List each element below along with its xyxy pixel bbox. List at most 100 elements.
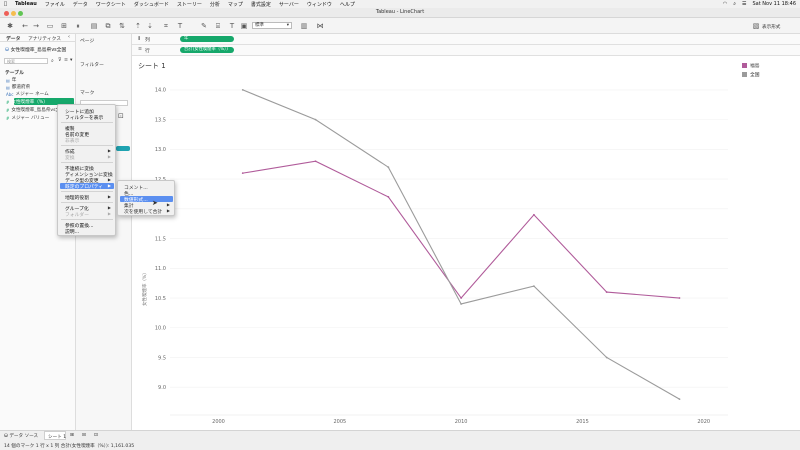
tab-data[interactable]: データ [6, 35, 20, 42]
new-datasource-icon[interactable]: ⊞ [60, 22, 68, 30]
field-smoking-rate[interactable]: # 女性喫煙率（%） [6, 99, 48, 106]
app-menu[interactable]: Tableau [15, 1, 37, 7]
data-point[interactable] [678, 398, 681, 401]
fit-icon[interactable]: ▣ [240, 22, 248, 30]
menu-story[interactable]: ストーリー [177, 1, 202, 8]
tab-analytics[interactable]: アナリティクス [28, 35, 61, 42]
data-point[interactable] [387, 196, 390, 198]
menu-show-filter[interactable]: フィルターを表示 [65, 114, 103, 121]
series-line-fukushima[interactable] [242, 160, 680, 299]
menu-describe[interactable]: 説明... [65, 228, 79, 235]
swap-icon[interactable]: ⇅ [118, 22, 126, 30]
share-icon[interactable]: ⋈ [316, 22, 324, 30]
new-story-icon[interactable]: ⊡ [94, 433, 98, 438]
field-measure-names[interactable]: Abc メジャー ネーム [6, 91, 49, 98]
data-point[interactable] [605, 291, 608, 293]
menu-geographic-role[interactable]: 地理的役割 [65, 194, 89, 201]
legend-item-national[interactable]: 全国 [742, 71, 800, 78]
field-smoking-rate-vs[interactable]: # 女性喫煙率_島島県vs全国 [6, 107, 65, 114]
data-point[interactable] [314, 118, 317, 121]
search-input[interactable]: 検索 [4, 58, 48, 64]
y-tick-label: 11.0 [155, 266, 166, 272]
data-point[interactable] [460, 303, 463, 305]
menu-worksheet[interactable]: ワークシート [96, 1, 126, 8]
data-point[interactable] [241, 88, 244, 91]
presentation-icon[interactable]: T [228, 22, 236, 30]
list-view-icon[interactable]: ≡ [64, 58, 68, 63]
menu-map[interactable]: マップ [228, 1, 243, 8]
fit-select[interactable]: 標準 ▾ [252, 22, 292, 29]
submenu-arrow-icon: ▶ [166, 202, 170, 207]
field-measure-values[interactable]: # メジャー バリュー [6, 115, 49, 122]
submenu-arrow-icon: ▶ [107, 148, 111, 153]
search-icon[interactable]: ⌕ [51, 58, 54, 64]
new-dashboard-icon[interactable]: ⊟ [82, 433, 86, 438]
menu-dashboard[interactable]: ダッシュボード [134, 1, 169, 8]
label-mark-icon[interactable]: ⊡ [118, 112, 124, 120]
filter-icon[interactable]: ⊽ [58, 58, 62, 63]
tooltip-icon[interactable]: ⌸ [214, 22, 222, 30]
menu-format[interactable]: 書式設定 [251, 1, 271, 8]
menu-separator [61, 219, 113, 220]
field-prefecture[interactable]: ▤ 都道府県 [6, 84, 30, 91]
new-sheet-icon[interactable]: ▤ [90, 22, 98, 30]
marks-pill[interactable] [116, 146, 130, 151]
collapse-pane-icon[interactable]: ‹ [68, 35, 70, 40]
wifi-icon[interactable]: ◠ [723, 1, 727, 7]
gridlines [170, 89, 728, 388]
data-point[interactable] [314, 160, 317, 163]
rows-shelf[interactable]: ≡ 行 合計(女性喫煙率（%）) [132, 45, 800, 56]
dropdown-icon[interactable]: ▾ [70, 58, 72, 63]
tab-sheet-1[interactable]: シート 1 [44, 431, 66, 440]
duplicate-sheet-icon[interactable]: ⧉ [104, 22, 112, 30]
datasource-name[interactable]: ⛁ 女性喫煙率_島島県vs全国 [5, 46, 66, 53]
line-chart[interactable]: 9.09.510.010.511.011.512.012.513.013.514… [132, 56, 740, 430]
menu-folders[interactable]: フォルダー [65, 211, 89, 218]
data-point[interactable] [605, 356, 608, 359]
field-year[interactable]: ▤ 年 [6, 77, 16, 84]
tableau-logo-icon[interactable]: ✱ [6, 22, 14, 30]
menu-help[interactable]: ヘルプ [340, 1, 355, 8]
menu-default-properties[interactable]: 既定のプロパティ [65, 183, 103, 190]
new-worksheet-icon[interactable]: ⊞ [70, 433, 74, 438]
clock[interactable]: Sat Nov 11 18:46 [753, 1, 797, 7]
data-point[interactable] [460, 297, 463, 299]
data-point[interactable] [533, 213, 535, 216]
undo-icon[interactable]: ← [21, 22, 29, 30]
menu-file[interactable]: ファイル [45, 1, 65, 8]
columns-shelf[interactable]: ⦀ 列 年 [132, 34, 800, 45]
submenu-total-using[interactable]: 次を使用して合計 [124, 208, 162, 215]
group-icon[interactable]: ⌗ [162, 22, 170, 30]
menu-hide[interactable]: 非表示 [65, 137, 79, 144]
pause-updates-icon[interactable]: ⏸ [74, 22, 82, 30]
series-line-national[interactable] [242, 89, 680, 400]
data-point[interactable] [533, 285, 535, 288]
redo-icon[interactable]: → [32, 22, 40, 30]
menu-server[interactable]: サーバー [279, 1, 299, 8]
data-point[interactable] [678, 297, 681, 299]
highlight-icon[interactable]: ✎ [200, 22, 208, 30]
legend-item-fukushima[interactable]: 福島 [742, 62, 800, 69]
sort-asc-icon[interactable]: ⇡ [134, 22, 142, 30]
tab-data-source[interactable]: ⛁ データ ソース [4, 433, 38, 439]
apple-icon[interactable]:  [4, 1, 7, 7]
control-center-icon[interactable]: ☰ [742, 1, 746, 7]
data-point[interactable] [387, 166, 390, 169]
menu-data[interactable]: データ [73, 1, 88, 8]
series-lines[interactable] [241, 88, 681, 401]
sort-desc-icon[interactable]: ⇣ [146, 22, 154, 30]
menu-analysis[interactable]: 分析 [210, 1, 220, 8]
rows-pill-smoking-rate[interactable]: 合計(女性喫煙率（%）) [180, 47, 234, 53]
data-point[interactable] [241, 172, 244, 175]
show-me-label[interactable]: 表示形式 [762, 24, 780, 30]
legend[interactable]: 福島 全国 [742, 62, 800, 80]
label-icon[interactable]: T [176, 22, 184, 30]
chart-icon[interactable]: ▥ [300, 22, 308, 30]
menu-window[interactable]: ウィンドウ [307, 1, 332, 8]
save-icon[interactable]: ▭ [46, 22, 54, 30]
menu-separator [61, 162, 113, 163]
menu-transform[interactable]: 変換 [65, 154, 75, 161]
show-me-icon[interactable]: ▧ [752, 22, 760, 30]
search-icon[interactable]: ⌕ [733, 1, 736, 7]
columns-pill-year[interactable]: 年 [180, 36, 234, 42]
